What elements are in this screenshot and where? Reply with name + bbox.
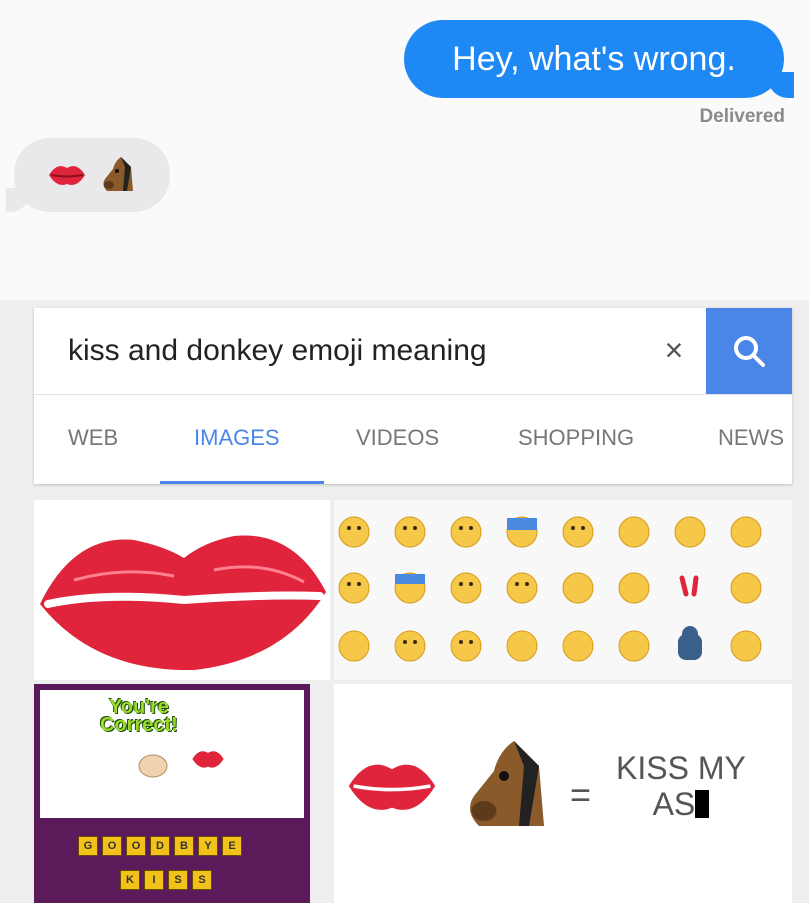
search-card: kiss and donkey emoji meaning × WEB IMAG… (34, 308, 792, 484)
clear-search-button[interactable]: × (654, 330, 694, 370)
equation-text-line2-wrap: AS (616, 786, 746, 822)
search-tabs: WEB IMAGES VIDEOS SHOPPING NEWS (34, 394, 792, 485)
equation-text-line1: KISS MY (616, 750, 746, 786)
search-bar: kiss and donkey emoji meaning × (34, 308, 792, 394)
game-tiles-row2: K I S S (120, 870, 212, 890)
image-result-equation[interactable]: = KISS MY AS (334, 684, 792, 903)
game-title: You're Correct! (100, 697, 178, 736)
active-tab-indicator (160, 481, 324, 484)
letter-tile: E (222, 836, 242, 856)
lips-image (40, 535, 326, 671)
equation-text-line2: AS (652, 786, 696, 822)
letter-tile: G (78, 836, 98, 856)
game-screen: You're Correct! (40, 690, 304, 818)
search-button[interactable] (706, 308, 792, 394)
incoming-message-bubble[interactable] (6, 138, 170, 212)
horse-face-icon (470, 741, 544, 826)
equation-result-text: KISS MY AS (616, 750, 746, 822)
letter-tile: O (126, 836, 146, 856)
game-tiles-row1: G O O D B Y E (78, 836, 242, 856)
outgoing-message-text: Hey, what's wrong. (452, 39, 736, 78)
equals-sign: = (570, 774, 592, 815)
kiss-mark-icon (192, 751, 224, 768)
horse-face-icon (103, 157, 133, 191)
delivered-status: Delivered (699, 106, 785, 127)
letter-tile: Y (198, 836, 218, 856)
image-result-lips[interactable] (34, 500, 330, 680)
letter-tile: S (192, 870, 212, 890)
letter-tile: O (102, 836, 122, 856)
censor-block (695, 790, 710, 818)
letter-tile: I (144, 870, 164, 890)
game-title-line2: Correct! (100, 714, 178, 736)
letter-tile: B (174, 836, 194, 856)
image-result-game[interactable]: You're Correct! G O O D B Y E K I S S (34, 684, 310, 903)
google-image-search: kiss and donkey emoji meaning × WEB IMAG… (0, 300, 809, 903)
image-results: You're Correct! G O O D B Y E K I S S = … (34, 500, 792, 903)
image-result-emoji-grid[interactable] (334, 500, 792, 680)
tab-videos[interactable]: VIDEOS (356, 425, 439, 451)
emoji-grid-image (338, 516, 762, 662)
tab-news[interactable]: NEWS (718, 425, 784, 451)
search-input[interactable]: kiss and donkey emoji meaning (68, 334, 487, 368)
tab-images[interactable]: IMAGES (194, 425, 280, 451)
letter-tile: S (168, 870, 188, 890)
letter-tile: D (150, 836, 170, 856)
tab-shopping[interactable]: SHOPPING (518, 425, 634, 451)
kiss-mark-icon (348, 764, 436, 810)
search-icon (734, 336, 765, 367)
outgoing-message-bubble[interactable]: Hey, what's wrong. (404, 20, 794, 98)
letter-tile: K (120, 870, 140, 890)
hand-icon (138, 754, 168, 778)
tab-web[interactable]: WEB (68, 425, 118, 451)
kiss-mark-icon (49, 166, 85, 185)
imessage-conversation: Hey, what's wrong. Delivered (0, 0, 809, 300)
